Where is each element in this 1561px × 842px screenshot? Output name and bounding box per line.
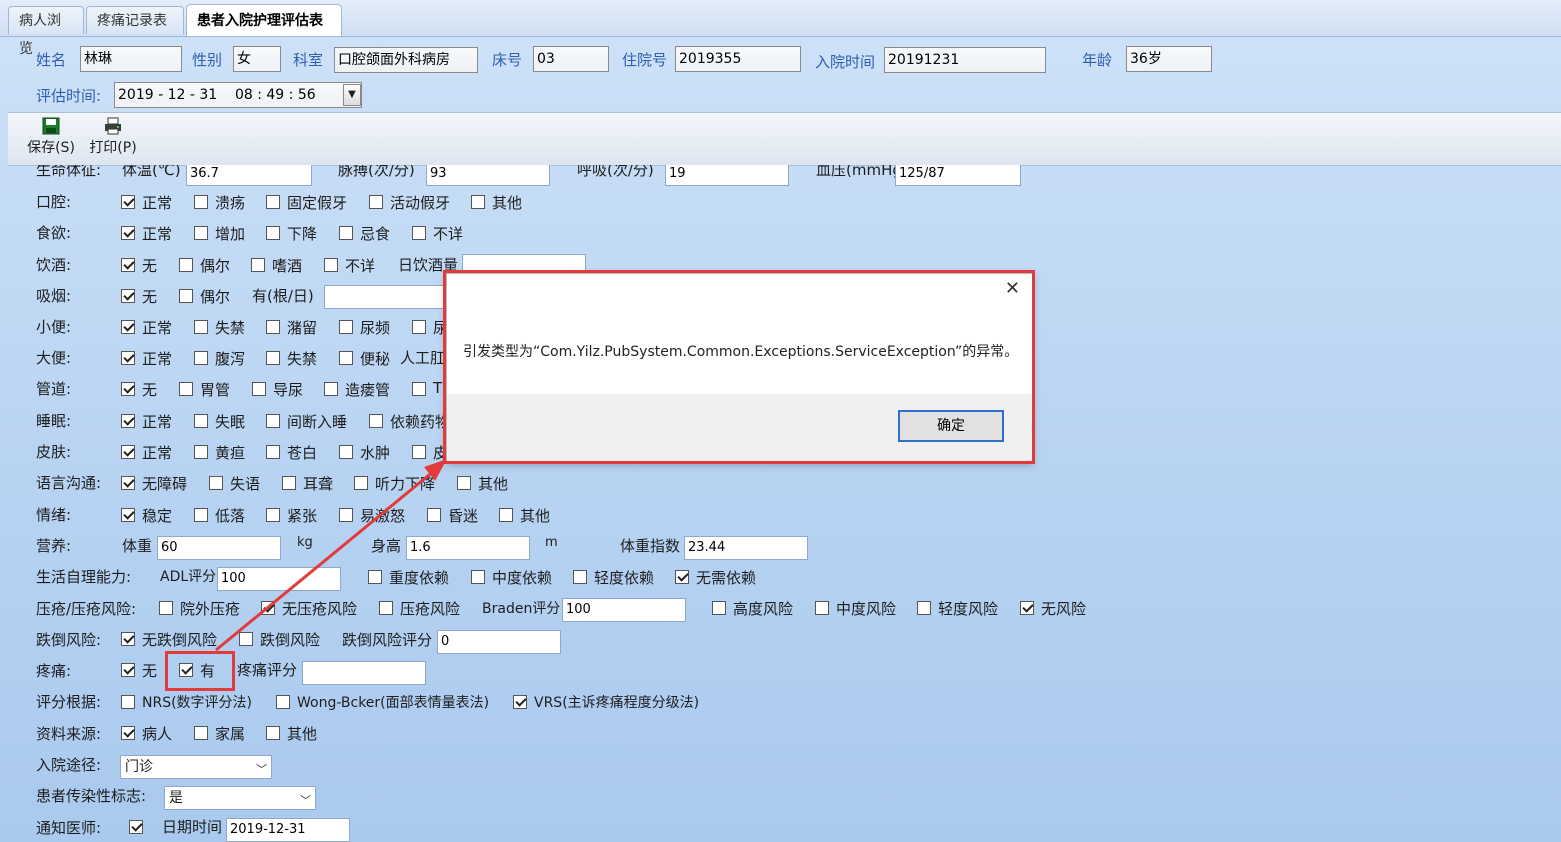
annotation-arrow-icon — [215, 459, 447, 652]
